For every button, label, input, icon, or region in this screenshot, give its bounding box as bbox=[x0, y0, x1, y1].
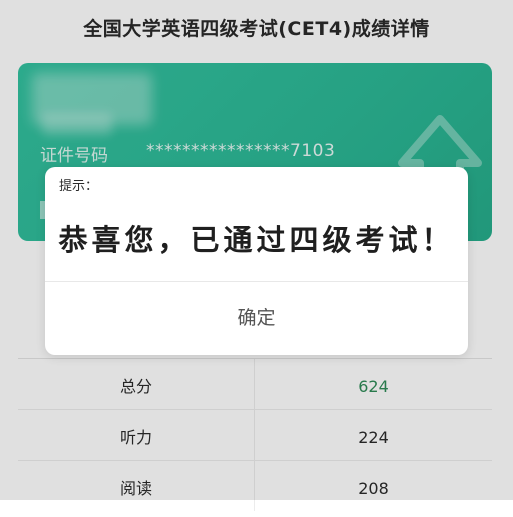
confirm-button[interactable]: 确定 bbox=[45, 282, 468, 355]
dialog-title: 提示： bbox=[59, 179, 99, 194]
result-dialog: 提示： 恭喜您，已通过四级考试！ 确定 bbox=[45, 167, 468, 355]
dialog-message: 恭喜您，已通过四级考试！ bbox=[58, 223, 455, 257]
